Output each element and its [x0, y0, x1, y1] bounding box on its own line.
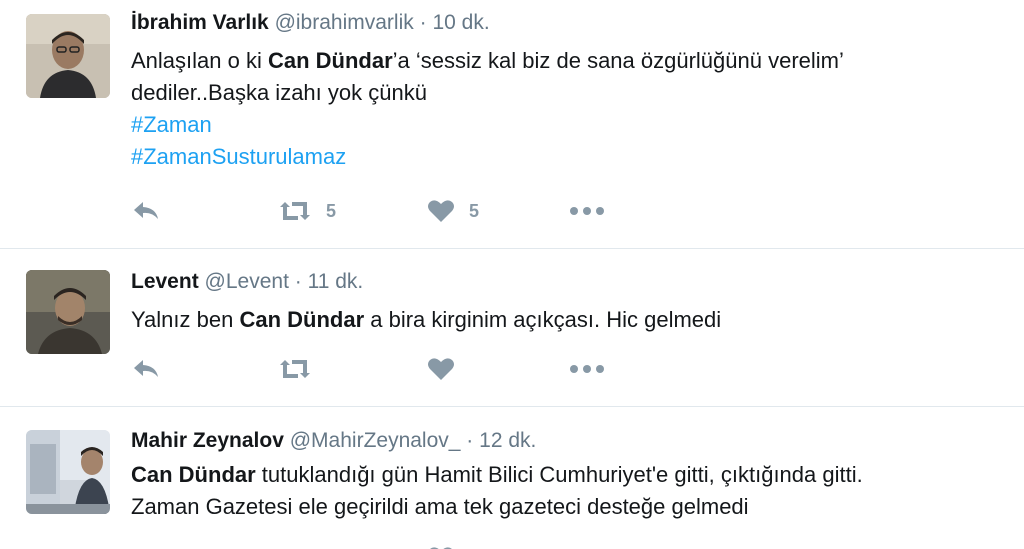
username[interactable]: @ibrahimvarlik	[275, 11, 414, 34]
tweet-text: Anlaşılan o ki Can Dündar’a ‘sessiz kal …	[131, 45, 844, 173]
tweet[interactable]: İbrahim Varlık @ibrahimvarlik · 10 dk. A…	[0, 0, 1024, 249]
like-button[interactable]: 5	[427, 196, 479, 226]
timestamp[interactable]: 11 dk.	[308, 270, 364, 293]
username[interactable]: @MahirZeynalov_	[290, 429, 461, 452]
retweet-count: 5	[326, 200, 337, 221]
tweet-text-segment: Anlaşılan o ki	[131, 48, 268, 73]
retweet-icon	[280, 360, 310, 378]
display-name[interactable]: Mahir Zeynalov	[131, 429, 284, 452]
tweet-text-segment: dediler..Başka izahı yok çünkü	[131, 80, 427, 105]
hashtag-link[interactable]: #ZamanSusturulamaz	[131, 141, 844, 173]
hashtag-link[interactable]: #Zaman	[131, 109, 844, 141]
avatar[interactable]	[26, 14, 110, 98]
mention-bold: Can Dündar	[239, 307, 365, 332]
tweet-header: İbrahim Varlık @ibrahimvarlik · 10 dk.	[131, 10, 490, 36]
reply-button[interactable]	[131, 354, 161, 384]
avatar[interactable]	[26, 270, 110, 354]
more-icon	[570, 365, 604, 373]
reply-button[interactable]	[131, 543, 161, 549]
tweet-text-segment: tutuklandığı gün Hamit Bilici Cumhuriyet…	[255, 462, 863, 487]
reply-icon	[134, 202, 158, 219]
tweet-text-segment: Zaman Gazetesi ele geçirildi ama tek gaz…	[131, 494, 749, 519]
retweet-icon	[280, 202, 310, 220]
heart-icon	[428, 200, 454, 222]
tweet-header: Levent @Levent · 11 dk.	[131, 269, 363, 295]
more-icon	[570, 207, 604, 215]
like-count: 5	[469, 200, 480, 221]
tweet-text-segment: ’a ‘sessiz kal biz de sana özgürlüğünü v…	[392, 48, 844, 73]
display-name[interactable]: Levent	[131, 270, 199, 293]
reply-button[interactable]	[131, 196, 161, 226]
avatar[interactable]	[26, 430, 110, 514]
separator-dot: ·	[466, 429, 474, 452]
more-button[interactable]	[569, 354, 605, 384]
heart-icon	[428, 358, 454, 380]
tweet[interactable]: Levent @Levent · 11 dk. Yalnız ben Can D…	[0, 249, 1024, 407]
separator-dot: ·	[294, 270, 302, 293]
tweet-text-segment: Yalnız ben	[131, 307, 240, 332]
mention-bold: Can Dündar	[267, 48, 393, 73]
tweet-header: Mahir Zeynalov @MahirZeynalov_ · 12 dk.	[131, 428, 536, 454]
separator-dot: ·	[419, 11, 427, 34]
like-button[interactable]	[427, 354, 469, 384]
display-name[interactable]: İbrahim Varlık	[131, 11, 269, 34]
mention-bold: Can Dündar	[131, 462, 256, 487]
timestamp[interactable]: 12 dk.	[479, 429, 536, 452]
tweet-text: Yalnız ben Can Dündar a bira kirginim aç…	[131, 304, 721, 336]
tweet-text: Can Dündar tutuklandığı gün Hamit Bilici…	[131, 459, 863, 523]
more-button[interactable]	[569, 196, 605, 226]
tweet[interactable]: Mahir Zeynalov @MahirZeynalov_ · 12 dk. …	[0, 407, 1024, 549]
reply-icon	[134, 360, 158, 377]
retweet-button[interactable]	[278, 354, 326, 384]
tweet-text-segment: a bira kirginim açıkçası. Hic gelmedi	[364, 307, 722, 332]
timestamp[interactable]: 10 dk.	[432, 11, 489, 34]
username[interactable]: @Levent	[205, 270, 289, 293]
retweet-button[interactable]: 5	[278, 196, 336, 226]
like-button[interactable]	[427, 543, 455, 549]
